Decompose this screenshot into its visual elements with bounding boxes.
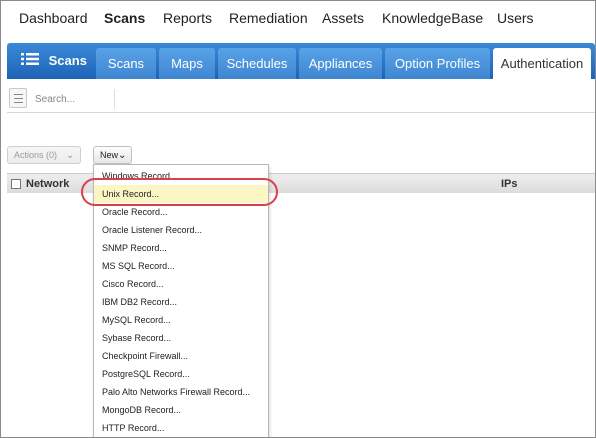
- menu-item-cisco-record[interactable]: Cisco Record...: [94, 275, 268, 293]
- nav-assets[interactable]: Assets: [322, 10, 364, 26]
- menu-item-checkpoint-firewall[interactable]: Checkpoint Firewall...: [94, 347, 268, 365]
- select-all-checkbox[interactable]: [11, 179, 21, 189]
- actions-button[interactable]: Actions (0) ⌄: [7, 146, 81, 164]
- tab-option-profiles[interactable]: Option Profiles: [385, 48, 490, 79]
- search-toolbar: [7, 85, 595, 113]
- nav-reports[interactable]: Reports: [163, 10, 212, 26]
- menu-item-postgresql-record[interactable]: PostgreSQL Record...: [94, 365, 268, 383]
- menu-item-http-record[interactable]: HTTP Record...: [94, 419, 268, 437]
- list-view-icon: [14, 94, 23, 95]
- search-input[interactable]: [31, 89, 115, 109]
- list-icon: [21, 52, 39, 69]
- chevron-down-icon: ⌄: [66, 150, 75, 161]
- menu-item-mysql-record[interactable]: MySQL Record...: [94, 311, 268, 329]
- menu-item-oracle-listener-record[interactable]: Oracle Listener Record...: [94, 221, 268, 239]
- new-button-label: New: [100, 150, 119, 160]
- menu-item-mongodb-record[interactable]: MongoDB Record...: [94, 401, 268, 419]
- column-header-ips[interactable]: IPs: [501, 178, 518, 190]
- list-view-button[interactable]: [9, 88, 27, 108]
- chevron-down-icon: ⌄: [118, 150, 127, 161]
- nav-dashboard[interactable]: Dashboard: [19, 10, 88, 26]
- menu-item-palo-alto-firewall-record[interactable]: Palo Alto Networks Firewall Record...: [94, 383, 268, 401]
- callout-highlight-oval: [81, 178, 278, 206]
- menu-item-sybase-record[interactable]: Sybase Record...: [94, 329, 268, 347]
- tab-maps[interactable]: Maps: [159, 48, 215, 79]
- nav-scans[interactable]: Scans: [104, 10, 145, 26]
- new-button[interactable]: New ⌄: [93, 146, 132, 164]
- column-header-network[interactable]: Network: [26, 178, 69, 190]
- menu-item-ibm-db2-record[interactable]: IBM DB2 Record...: [94, 293, 268, 311]
- tab-scans[interactable]: Scans: [96, 48, 156, 79]
- menu-item-ms-sql-record[interactable]: MS SQL Record...: [94, 257, 268, 275]
- nav-knowledgebase[interactable]: KnowledgeBase: [382, 10, 483, 26]
- app-window: Dashboard Scans Reports Remediation Asse…: [0, 0, 596, 438]
- top-navigation: Dashboard Scans Reports Remediation Asse…: [1, 1, 595, 37]
- nav-remediation[interactable]: Remediation: [229, 10, 308, 26]
- tab-authentication[interactable]: Authentication: [493, 48, 591, 79]
- actions-button-label: Actions (0): [14, 150, 58, 160]
- tab-schedules[interactable]: Schedules: [218, 48, 296, 79]
- scans-module-title: Scans: [21, 52, 87, 70]
- scans-tab-bar: Scans Scans Maps Schedules Appliances Op…: [7, 43, 595, 79]
- nav-users[interactable]: Users: [497, 10, 534, 26]
- tab-appliances[interactable]: Appliances: [299, 48, 382, 79]
- menu-item-snmp-record[interactable]: SNMP Record...: [94, 239, 268, 257]
